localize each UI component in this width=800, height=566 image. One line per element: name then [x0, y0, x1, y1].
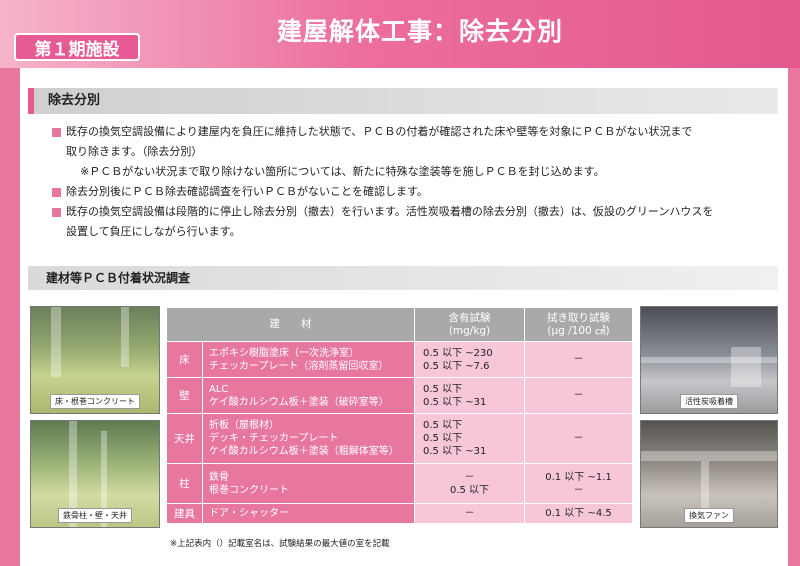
row-category: 柱 [166, 463, 203, 504]
row-wipe-values: 0.1 以下 ~4.5 [524, 503, 633, 524]
bullet-item-2: 除去分別後にＰＣＢ除去確認調査を行いＰＣＢがないことを確認します。 [52, 182, 772, 202]
photo-steel-column: 鉄骨柱・壁・天井 [30, 420, 160, 528]
bullet-item-1: 既存の換気空調設備により建屋内を負圧に維持した状態で、ＰＣＢの付着が確認された床… [52, 122, 772, 182]
table-header-row: 建 材 含有試験 (mg/kg) 拭き取り試験 (μg /100 ㎠) [166, 307, 633, 342]
bullet-list: 既存の換気空調設備により建屋内を負圧に維持した状態で、ＰＣＢの付着が確認された床… [52, 122, 772, 242]
row-category: 床 [166, 341, 203, 378]
left-accent-bar [0, 68, 20, 566]
bullet-item-3: 既存の換気空調設備は段階的に停止し除去分別（撤去）を行います。活性炭吸着槽の除去… [52, 202, 772, 242]
row-materials: エポキシ樹脂塗床（一次洗浄室） チェッカープレート（溶剤蒸留回収室） [202, 341, 415, 378]
square-bullet-icon [52, 208, 61, 217]
photo-caption: 活性炭吸着槽 [680, 394, 738, 409]
row-category: 建具 [166, 503, 203, 524]
row-materials: ドア・シャッター [202, 503, 415, 524]
row-content-values: － 0.5 以下 [414, 463, 525, 504]
row-materials: 鉄骨 根巻コンクリート [202, 463, 415, 504]
square-bullet-icon [52, 128, 61, 137]
header-content-test: 含有試験 (mg/kg) [414, 307, 525, 342]
row-wipe-values: － [524, 377, 633, 414]
photo-floor-concrete: 床・根巻コンクリート [30, 306, 160, 414]
table-row: 天井 折板（屋根材） デッキ・チェッカープレート ケイ酸カルシウム板＋塗装（粗解… [166, 413, 633, 464]
row-content-values: 0.5 以下 0.5 以下 0.5 以下 ~31 [414, 413, 525, 464]
bullet-note: ※ＰＣＢがない状況まで取り除けない箇所については、新たに特殊な塗装等を施しＰＣＢ… [80, 165, 605, 178]
section-heading-removal: 除去分別 [28, 88, 778, 114]
row-content-values: 0.5 以下 0.5 以下 ~31 [414, 377, 525, 414]
row-content-values: 0.5 以下 ~230 0.5 以下 ~7.6 [414, 341, 525, 378]
row-wipe-values: － [524, 341, 633, 378]
header-material: 建 材 [166, 307, 415, 342]
photo-vent-fan: 換気ファン [640, 420, 778, 528]
row-wipe-values: 0.1 以下 ~1.1 － [524, 463, 633, 504]
bullet-line: 設置して負圧にしながら行います。 [66, 225, 241, 238]
bullet-line: 除去分別後にＰＣＢ除去確認調査を行いＰＣＢがないことを確認します。 [66, 185, 428, 198]
header-wipe-test: 拭き取り試験 (μg /100 ㎠) [524, 307, 633, 342]
bullet-line: 既存の換気空調設備は段階的に停止し除去分別（撤去）を行います。活性炭吸着槽の除去… [66, 205, 714, 218]
bullet-line: 取り除きます。（除去分別） [66, 145, 203, 158]
row-category: 壁 [166, 377, 203, 414]
photo-caption: 床・根巻コンクリート [50, 394, 140, 409]
right-accent-bar [788, 68, 800, 566]
page-title: 建屋解体工事：除去分別 [276, 17, 563, 46]
row-wipe-values: － [524, 413, 633, 464]
row-materials: ALC ケイ酸カルシウム板＋塗装（破砕室等） [202, 377, 415, 414]
table-row: 柱 鉄骨 根巻コンクリート － 0.5 以下 0.1 以下 ~1.1 － [166, 463, 633, 504]
table-row: 建具 ドア・シャッター － 0.1 以下 ~4.5 [166, 503, 633, 524]
photo-caption: 換気ファン [684, 508, 734, 523]
section-heading-survey: 建材等ＰＣＢ付着状況調査 [28, 266, 778, 290]
footnote: ※上記表内（）記載室名は、試験結果の最大値の室を記載 [170, 539, 390, 549]
row-category: 天井 [166, 413, 203, 464]
table-row: 壁 ALC ケイ酸カルシウム板＋塗装（破砕室等） 0.5 以下 0.5 以下 ~… [166, 377, 633, 414]
photo-carbon-tank: 活性炭吸着槽 [640, 306, 778, 414]
photo-caption: 鉄骨柱・壁・天井 [58, 508, 132, 523]
square-bullet-icon [52, 188, 61, 197]
bullet-line: 既存の換気空調設備により建屋内を負圧に維持した状態で、ＰＣＢの付着が確認された床… [66, 125, 693, 138]
table-row: 床 エポキシ樹脂塗床（一次洗浄室） チェッカープレート（溶剤蒸留回収室） 0.5… [166, 341, 633, 378]
row-materials: 折板（屋根材） デッキ・チェッカープレート ケイ酸カルシウム板＋塗装（粗解体室等… [202, 413, 415, 464]
row-content-values: － [414, 503, 525, 524]
phase-tag: 第１期施設 [14, 33, 140, 61]
pcb-survey-table: 建 材 含有試験 (mg/kg) 拭き取り試験 (μg /100 ㎠) 床 エポ… [166, 307, 633, 524]
